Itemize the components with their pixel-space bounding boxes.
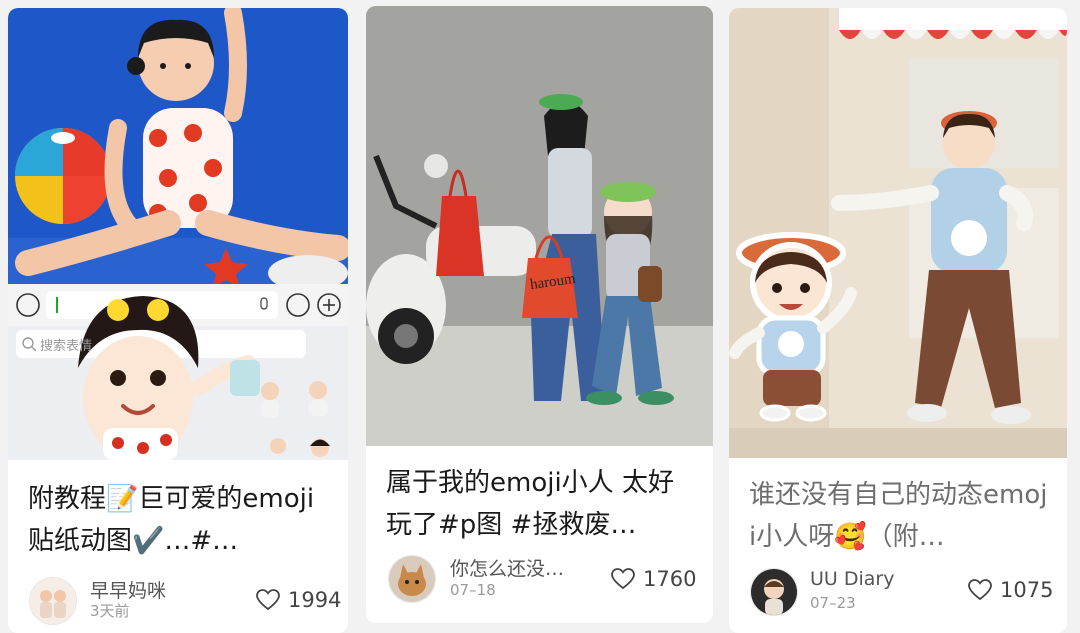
like-count-3: 1075 <box>1000 578 1054 602</box>
author-name-1[interactable]: 早早妈咪 <box>90 576 166 603</box>
author-name-3[interactable]: UU Diary <box>810 568 894 590</box>
heart-icon <box>611 568 635 590</box>
post-date-3: 07–23 <box>810 594 856 612</box>
author-avatar-1[interactable] <box>29 577 77 625</box>
post-image-2[interactable]: haroum <box>366 6 713 446</box>
author-avatar-2[interactable] <box>388 555 436 603</box>
post-card-3[interactable]: 谁还没有自己的动态emoji小人呀🥰（附… UU Diary 07–23 107… <box>729 8 1067 633</box>
post-title-2[interactable]: 属于我的emoji小人 太好玩了#p图 #拯救废… <box>386 462 695 546</box>
sticker-search-placeholder: 搜索表情 <box>40 339 93 354</box>
post-title-1[interactable]: 附教程📝巨可爱的emoji贴纸动图✔️…#… <box>28 478 330 562</box>
like-button-3[interactable]: 1075 <box>968 578 1053 602</box>
author-avatar-3[interactable] <box>750 568 798 616</box>
heart-icon <box>968 579 992 601</box>
post-date-1: 3天前 <box>90 602 130 620</box>
post-card-1[interactable]: 搜索表情 附教程📝巨可爱的emoji贴纸动图✔️…#… 早早妈咪 3天前 199… <box>8 8 348 633</box>
post-card-2[interactable]: haroum 属于我的emoji小人 太好玩了#p图 #拯救废… 你怎么还没… … <box>366 6 713 623</box>
post-image-3[interactable] <box>729 8 1067 458</box>
heart-icon <box>256 589 280 611</box>
like-count-2: 1760 <box>643 567 697 591</box>
author-name-2[interactable]: 你怎么还没… <box>450 554 564 581</box>
like-button-2[interactable]: 1760 <box>611 567 696 591</box>
post-image-1[interactable]: 搜索表情 <box>8 8 348 460</box>
post-title-3[interactable]: 谁还没有自己的动态emoji小人呀🥰（附… <box>749 474 1049 558</box>
like-count-1: 1994 <box>288 588 342 612</box>
like-button-1[interactable]: 1994 <box>256 588 341 612</box>
post-date-2: 07–18 <box>450 581 496 599</box>
